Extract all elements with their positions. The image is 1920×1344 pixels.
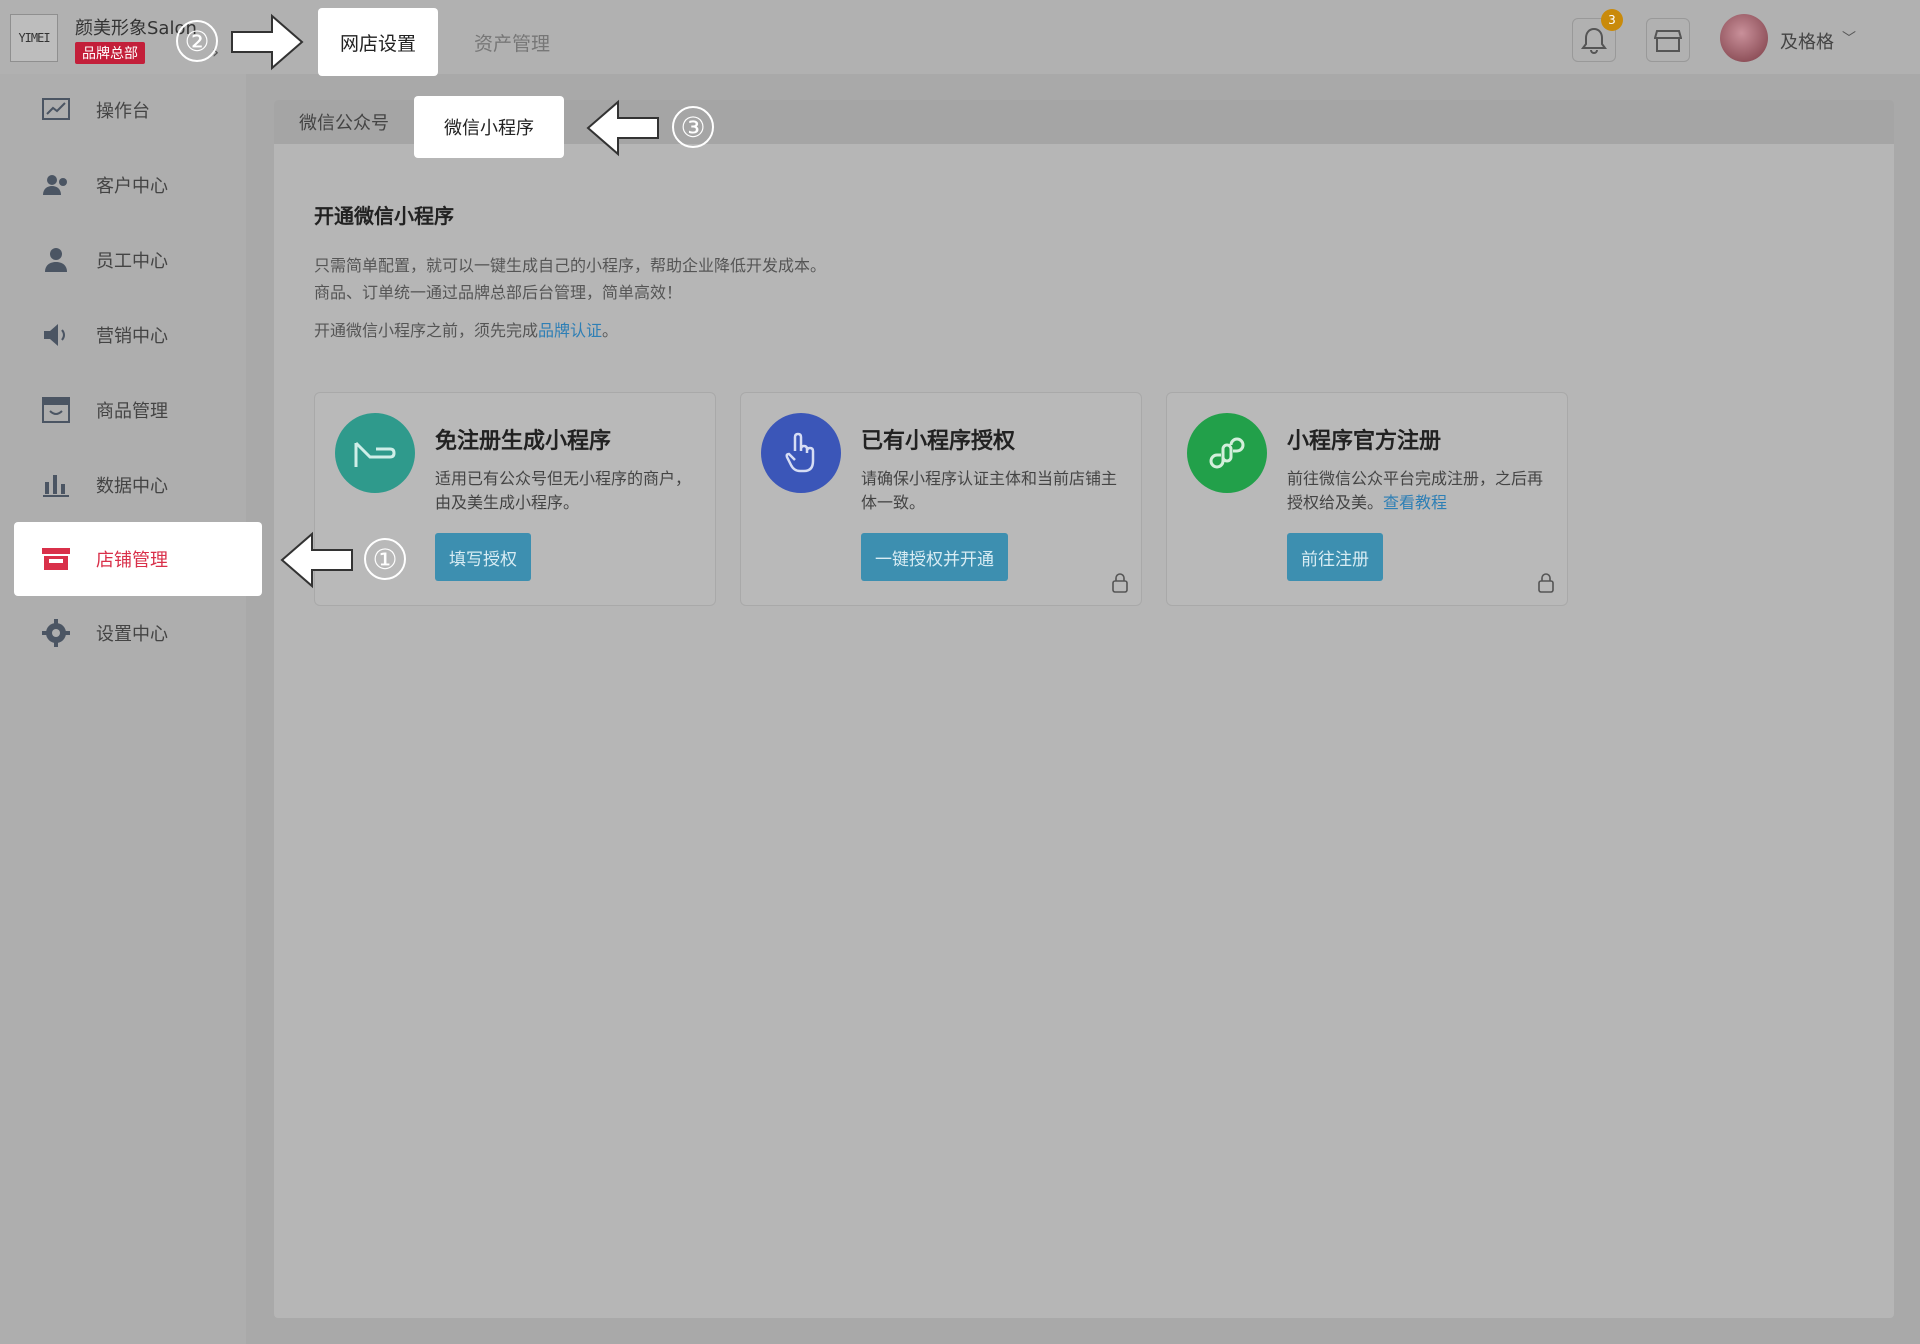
store-icon [40, 543, 72, 575]
step-3-marker: ③ [672, 106, 714, 148]
notice-suffix: 。 [602, 321, 619, 340]
description-line-1: 只需简单配置，就可以一键生成自己的小程序，帮助企业降低开发成本。 [314, 256, 827, 275]
bell-icon [1581, 27, 1607, 54]
main-content: 微信公众号 微信小程序 开通微信小程序 只需简单配置，就可以一键生成自己的小程序… [274, 96, 1894, 1318]
tab-asset-management[interactable]: 资产管理 [452, 8, 572, 76]
bar-chart-icon [40, 469, 72, 501]
arrow-left-icon [586, 99, 659, 157]
speaker-icon [40, 319, 72, 351]
sidebar-item-label: 客户中心 [96, 176, 168, 197]
sidebar-item-label: 员工中心 [96, 251, 168, 272]
notice-prefix: 开通微信小程序之前，须先完成 [314, 321, 539, 340]
sidebar-item-label: 操作台 [96, 101, 150, 122]
sidebar-item-staff[interactable]: 员工中心 [24, 230, 254, 290]
brand-auth-link[interactable]: 品牌认证 [538, 321, 602, 340]
hand-icon [335, 413, 415, 493]
sidebar-item-label: 商品管理 [96, 401, 168, 422]
card-title: 免注册生成小程序 [435, 429, 612, 454]
arrow-right-icon [231, 13, 304, 71]
card-title: 小程序官方注册 [1287, 429, 1442, 454]
view-tutorial-link[interactable]: 查看教程 [1383, 493, 1447, 512]
sidebar-item-marketing[interactable]: 营销中心 [24, 305, 254, 365]
sidebar-item-products[interactable]: 商品管理 [24, 380, 254, 440]
card-official-register: 小程序官方注册 前往微信公众平台完成注册，之后再授权给及美。查看教程 前往注册 [1166, 392, 1568, 606]
mini-program-icon [1187, 413, 1267, 493]
sidebar-item-label: 店铺管理 [96, 550, 168, 571]
chart-line-icon [40, 94, 72, 126]
one-click-authorize-button[interactable]: 一键授权并开通 [861, 533, 1008, 581]
step-1-marker: ① [364, 538, 406, 580]
tab-shop-settings[interactable]: 网店设置 [318, 8, 439, 76]
lock-icon [1112, 573, 1128, 593]
tap-finger-icon [761, 413, 841, 493]
shop-icon [1654, 30, 1682, 52]
lock-icon [1538, 573, 1554, 593]
description-line-2: 商品、订单统一通过品牌总部后台管理，简单高效！ [314, 283, 683, 302]
username[interactable]: 及格格 [1780, 28, 1834, 54]
sidebar-item-label: 数据中心 [96, 476, 168, 497]
sidebar-item-data[interactable]: 数据中心 [24, 455, 254, 515]
user-icon [40, 244, 72, 276]
sidebar-item-label: 设置中心 [96, 624, 168, 645]
avatar[interactable] [1720, 14, 1768, 62]
page-title: 开通微信小程序 [314, 204, 454, 228]
sidebar-item-customers[interactable]: 客户中心 [24, 155, 254, 215]
fill-authorization-button[interactable]: 填写授权 [435, 533, 531, 581]
tab-wechat-official-account[interactable]: 微信公众号 [299, 100, 389, 144]
sidebar-item-settings[interactable]: 设置中心 [24, 603, 254, 663]
go-register-button[interactable]: 前往注册 [1287, 533, 1383, 581]
sidebar-item-label: 营销中心 [96, 326, 168, 347]
card-existing-authorize: 已有小程序授权 请确保小程序认证主体和当前店铺主体一致。 一键授权并开通 [740, 392, 1142, 606]
store-switch-button[interactable] [1646, 18, 1690, 62]
gear-icon [40, 617, 72, 649]
brand-auth-notice: 开通微信小程序之前，须先完成品牌认证。 [314, 317, 618, 341]
card-description: 前往微信公众平台完成注册，之后再授权给及美。查看教程 [1287, 467, 1557, 515]
chevron-down-icon[interactable]: ﹀ [1842, 28, 1856, 48]
brand-logo-text: YIMEI [18, 31, 50, 45]
users-icon [40, 169, 72, 201]
step-2-marker: ② [176, 20, 218, 62]
sidebar-item-dashboard[interactable]: 操作台 [24, 80, 254, 140]
box-icon [40, 394, 72, 426]
arrow-left-icon [280, 531, 353, 589]
brand-logo: YIMEI [10, 14, 58, 62]
tab-wechat-mini-program[interactable]: 微信小程序 [414, 96, 564, 158]
sidebar-item-store-management[interactable]: 店铺管理 [14, 522, 262, 596]
card-description: 请确保小程序认证主体和当前店铺主体一致。 [861, 469, 1118, 512]
card-title: 已有小程序授权 [861, 429, 1016, 454]
card-description: 适用已有公众号但无小程序的商户，由及美生成小程序。 [435, 469, 692, 512]
brand-badge: 品牌总部 [75, 42, 145, 64]
notification-badge: 3 [1601, 9, 1623, 31]
